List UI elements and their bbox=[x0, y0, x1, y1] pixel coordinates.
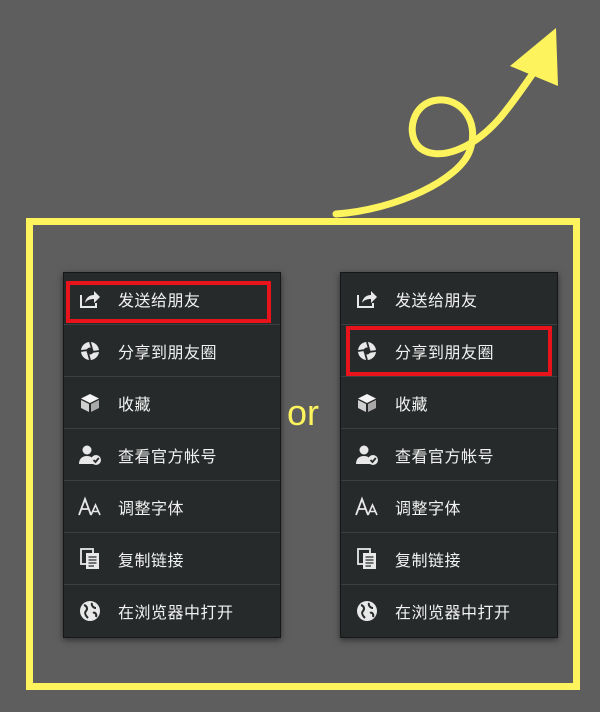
menu-item-favorite[interactable]: 收藏 bbox=[341, 377, 557, 429]
share-icon bbox=[355, 287, 379, 311]
favorite-icon bbox=[78, 391, 102, 415]
or-text: or bbox=[287, 392, 320, 433]
favorite-icon bbox=[355, 391, 379, 415]
menu-item-favorite[interactable]: 收藏 bbox=[64, 377, 280, 429]
menu-item-label: 在浏览器中打开 bbox=[118, 603, 234, 622]
menu-item-label: 调整字体 bbox=[395, 498, 462, 518]
menu-item-send-to-friend[interactable]: 发送给朋友 bbox=[341, 273, 557, 325]
menu-item-share-moments[interactable]: 分享到朋友圈 bbox=[341, 325, 557, 377]
menu-item-label: 收藏 bbox=[395, 394, 429, 414]
menu-item-font-size[interactable]: 调整字体 bbox=[64, 481, 280, 533]
right-menu: 发送给朋友 分享到朋友圈 收藏 查看官方帐号 调整字体 复制链接 在浏览器中打开 bbox=[340, 272, 558, 638]
share-icon bbox=[78, 287, 102, 311]
menu-item-label: 查看官方帐号 bbox=[118, 446, 218, 466]
menu-item-label: 调整字体 bbox=[118, 498, 185, 518]
menu-item-copy-link[interactable]: 复制链接 bbox=[64, 533, 280, 585]
moments-icon bbox=[78, 339, 102, 363]
copy-link-icon bbox=[78, 547, 102, 571]
menu-item-send-to-friend[interactable]: 发送给朋友 bbox=[64, 273, 280, 325]
menu-item-label: 收藏 bbox=[118, 394, 152, 414]
menu-item-official-account[interactable]: 查看官方帐号 bbox=[64, 429, 280, 481]
font-size-icon bbox=[355, 495, 379, 519]
moments-icon bbox=[355, 339, 379, 363]
official-account-icon bbox=[78, 443, 102, 467]
menu-item-share-moments[interactable]: 分享到朋友圈 bbox=[64, 325, 280, 377]
menu-item-label: 复制链接 bbox=[118, 550, 185, 570]
menu-item-label: 查看官方帐号 bbox=[395, 446, 495, 466]
menu-item-official-account[interactable]: 查看官方帐号 bbox=[341, 429, 557, 481]
font-size-icon bbox=[78, 495, 102, 519]
menu-item-label: 发送给朋友 bbox=[118, 290, 201, 310]
globe-icon bbox=[355, 599, 379, 623]
left-menu: 发送给朋友 分享到朋友圈 收藏 查看官方帐号 调整字体 复制链接 在浏览器中打开 bbox=[63, 272, 281, 638]
menu-item-copy-link[interactable]: 复制链接 bbox=[341, 533, 557, 585]
menu-item-label: 发送给朋友 bbox=[395, 290, 478, 310]
menu-item-label: 分享到朋友圈 bbox=[395, 342, 495, 362]
menu-item-open-browser[interactable]: 在浏览器中打开 bbox=[341, 585, 557, 637]
menu-item-open-browser[interactable]: 在浏览器中打开 bbox=[64, 585, 280, 637]
menu-item-label: 在浏览器中打开 bbox=[395, 603, 511, 622]
official-account-icon bbox=[355, 443, 379, 467]
copy-link-icon bbox=[355, 547, 379, 571]
menu-item-label: 复制链接 bbox=[395, 550, 462, 570]
menu-item-label: 分享到朋友圈 bbox=[118, 342, 218, 362]
globe-icon bbox=[78, 599, 102, 623]
menu-item-font-size[interactable]: 调整字体 bbox=[341, 481, 557, 533]
